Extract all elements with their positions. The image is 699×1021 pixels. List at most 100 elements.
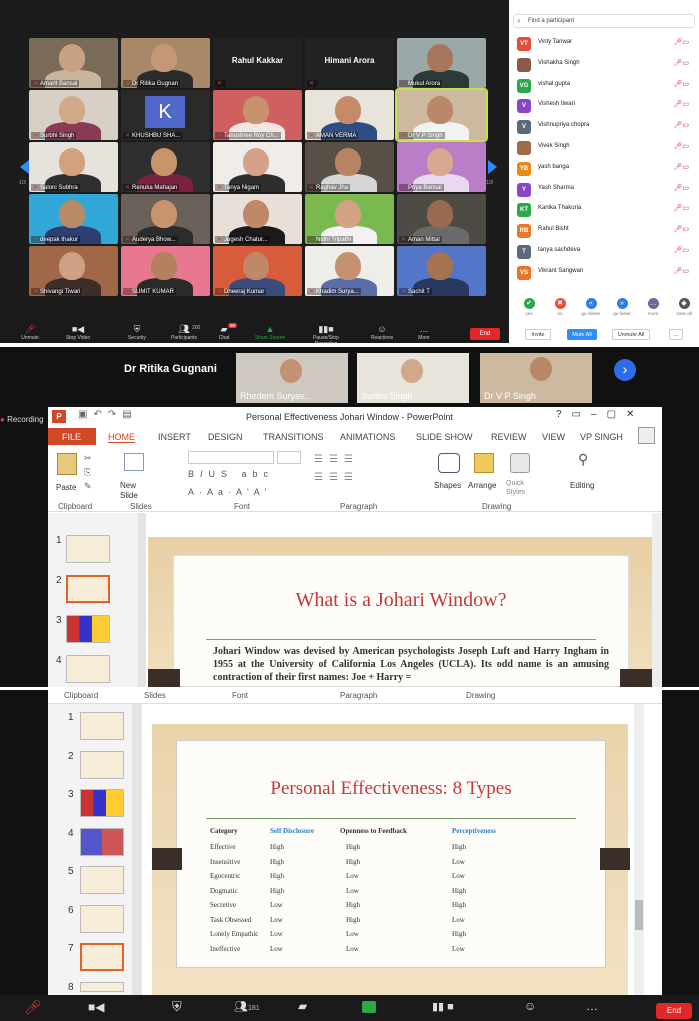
participant-video-tile[interactable]: ✕ Aman Mittal — [397, 194, 486, 244]
new-slide-button[interactable]: New Slide — [120, 481, 150, 501]
participant-row[interactable]: Vivek Singh 🎤︎▭ — [515, 138, 695, 158]
reaction-go-slower-button[interactable]: « go slower — [581, 298, 601, 316]
slide-thumbnail-8[interactable] — [80, 981, 124, 992]
participant-video-tile[interactable]: ✕ deepak thakur — [29, 194, 118, 244]
pause-recording-icon[interactable]: ▮▮ ■ — [432, 1000, 454, 1013]
participant-row[interactable]: VT Vinty Tanwar 🎤︎▭ — [515, 34, 695, 54]
participant-row[interactable]: VS Vikrant Sangwan 🎤︎▭ — [515, 263, 695, 283]
shapes-icon[interactable] — [438, 453, 460, 473]
quick-access-icons[interactable]: ▣↶↷▤ — [78, 409, 138, 420]
font-name-box[interactable] — [188, 451, 274, 464]
reaction-no-button[interactable]: ✖ no — [550, 298, 570, 316]
chat-icon[interactable]: ▰ — [298, 999, 307, 1013]
quick-styles-button[interactable]: Quick Styles — [506, 479, 536, 497]
more-icon[interactable]: … — [586, 999, 598, 1013]
pause-stop-recording-button[interactable]: ▮▮■Pause/Stop Recording — [306, 324, 346, 343]
reaction-go-faster-button[interactable]: » go faster — [612, 298, 632, 316]
participant-video-tile[interactable]: ✕ Mukul Arora — [397, 38, 486, 88]
participant-video-tile[interactable]: ✕ Tanushree Roy Ch... — [213, 90, 302, 140]
reactions-icon[interactable]: ☺ — [524, 999, 536, 1013]
slide-thumbnail-5[interactable] — [80, 866, 124, 894]
participant-video-tile[interactable]: ✕ Priya Bansal — [397, 142, 486, 192]
unmute-button[interactable]: 🎤︎ Unmute — [10, 324, 50, 341]
paste-button[interactable]: Paste — [56, 483, 76, 492]
share-screen-button[interactable]: ▲ Share Screen — [250, 324, 290, 341]
shapes-button[interactable]: Shapes — [434, 481, 461, 490]
tab-file[interactable]: FILE — [62, 432, 81, 442]
tab-animations[interactable]: ANIMATIONS — [340, 432, 395, 442]
reaction-yes-button[interactable]: ✔ yes — [519, 298, 539, 316]
editing-button[interactable]: Editing — [570, 481, 594, 490]
participant-row[interactable]: VG vishal gupta 🎤︎▭ — [515, 76, 695, 96]
participant-video-tile[interactable]: ✕ Dheeraj Kumar — [213, 246, 302, 296]
tab-review[interactable]: REVIEW — [491, 432, 527, 442]
new-slide-icon[interactable] — [124, 453, 144, 471]
tab-home[interactable]: HOME — [108, 432, 135, 443]
tab-transitions[interactable]: TRANSITIONS — [263, 432, 324, 442]
participant-video-tile[interactable]: ✕ Raghav Jha — [305, 142, 394, 192]
slide-scrollbar[interactable] — [634, 704, 644, 995]
prev-page-arrow[interactable] — [20, 160, 29, 174]
mute-icon[interactable]: 🎤︎ — [24, 999, 42, 1016]
participant-search-input[interactable]: ⌕ Find a participant — [513, 14, 695, 28]
participant-video-tile[interactable]: ✕ Khadim Surya... — [305, 246, 394, 296]
participant-video-tile[interactable]: ✕ Saloni Subhra — [29, 142, 118, 192]
participant-video-tile[interactable]: ✕ Dr V P Singh — [395, 88, 488, 142]
slide-thumbnail-4[interactable] — [80, 827, 124, 856]
slide-thumbnail-6[interactable] — [80, 904, 124, 933]
font-format-buttons[interactable]: BIUS abc — [188, 469, 274, 479]
participant-video-tile[interactable]: ✕ Renuka Mahajan — [121, 142, 210, 192]
paragraph-buttons[interactable]: ☰☰☰ ☰☰☰ — [314, 451, 359, 487]
unmute-all-button[interactable]: Unmute All — [612, 329, 650, 340]
mute-all-button[interactable]: Mute All — [567, 329, 597, 340]
slide-thumbnail-4[interactable] — [66, 655, 110, 683]
next-page-arrow[interactable] — [488, 160, 497, 174]
reactions-button[interactable]: ☺ Reactions — [362, 324, 402, 341]
thumbs-scrollbar[interactable] — [132, 704, 142, 995]
avatar[interactable] — [638, 427, 655, 444]
reaction-clear-all-button[interactable]: ◆ clear all — [674, 298, 694, 316]
tab-design[interactable]: DESIGN — [208, 432, 243, 442]
participant-row[interactable]: Y Yash Sharma 🎤︎▭ — [515, 180, 695, 200]
slide-thumbnail-1[interactable] — [80, 712, 124, 740]
slide-scrollbar[interactable] — [652, 513, 662, 687]
participant-row[interactable]: Vishakha Singh 🎤︎▭ — [515, 55, 695, 75]
chat-button[interactable]: ▰ Chat — [204, 324, 244, 341]
participant-video-tile[interactable]: ✕ Surbhi Singh — [29, 90, 118, 140]
more-options-button[interactable]: ... — [669, 329, 683, 340]
tab-view[interactable]: VIEW — [542, 432, 565, 442]
participant-video-tile[interactable]: ✕ Jugesh Chatur... — [213, 194, 302, 244]
paste-icon[interactable] — [57, 453, 77, 475]
participant-row[interactable]: V Vishesh tiwari 🎤︎▭ — [515, 96, 695, 116]
thumbs-scrollbar[interactable] — [138, 513, 146, 687]
tab-slide-show[interactable]: SLIDE SHOW — [416, 432, 473, 442]
participant-row[interactable]: RB Rahul Bisht 🎤︎▭ — [515, 221, 695, 241]
share-screen-icon[interactable] — [362, 1001, 376, 1013]
arrange-icon[interactable] — [474, 453, 494, 473]
more-button[interactable]: … More — [404, 324, 444, 341]
participant-video-tile[interactable]: K ✕ KHUSHBU SHA... — [121, 90, 210, 140]
slide-thumbnail-3[interactable] — [66, 615, 110, 643]
window-controls[interactable]: ?▭–▢✕ — [556, 409, 644, 420]
slide-thumbnail-7[interactable] — [80, 943, 124, 971]
scrollbar-thumb[interactable] — [635, 900, 643, 930]
next-speaker-arrow[interactable]: › — [614, 359, 636, 381]
arrange-button[interactable]: Arrange — [468, 481, 496, 490]
tab-insert[interactable]: INSERT — [158, 432, 191, 442]
clipboard-tools[interactable]: ✂ ⎘ ✎ — [84, 451, 92, 493]
participant-video-tile[interactable]: ✕ Nidhi Tripathi — [305, 194, 394, 244]
end-meeting-button[interactable]: End — [470, 328, 500, 340]
invite-button[interactable]: Invite — [525, 329, 551, 340]
participant-video-tile[interactable]: Himani Arora ✕ — [305, 38, 394, 88]
participant-video-tile[interactable]: ✕ Auderya Bhow... — [121, 194, 210, 244]
security-icon[interactable]: ⛨ — [172, 999, 182, 1015]
slide-thumbnail-3[interactable] — [80, 789, 124, 817]
participant-video-tile[interactable]: ✕ Dr Ritika Gugnan — [121, 38, 210, 88]
participant-video-tile[interactable]: ✕ Shivangi Tiwari — [29, 246, 118, 296]
video-icon[interactable]: ■◀ — [88, 1000, 104, 1014]
participant-video-tile[interactable]: ✕ Sachit T — [397, 246, 486, 296]
find-icon[interactable]: ⚲ — [578, 451, 588, 468]
participant-video-tile[interactable]: Rahul Kakkar ✕ — [213, 38, 302, 88]
security-button[interactable]: ⛨ Security — [117, 324, 157, 341]
participant-video-tile[interactable]: ✕ Tanya Nigam — [213, 142, 302, 192]
